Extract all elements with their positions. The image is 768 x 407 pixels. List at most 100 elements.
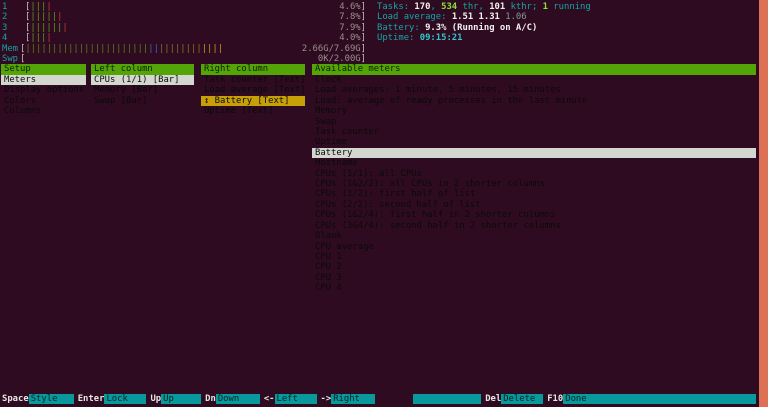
meter-bar-pipes: |||||| xyxy=(30,12,62,22)
list-item[interactable]: CPU average xyxy=(312,242,756,252)
list-item[interactable]: Task counter xyxy=(312,127,756,137)
meter-value: 4.0% xyxy=(339,33,360,43)
setup-panel-items: MetersDisplay optionsColorsColumns xyxy=(1,75,86,117)
meter-value: 2.66G/7.69G xyxy=(302,44,361,54)
left-column-panel: Left column CPUs (1/1) [Bar]Memory [Bar]… xyxy=(91,64,194,106)
meter-bar-pipes: |||| xyxy=(30,33,51,43)
fn-key-left: <- xyxy=(260,394,275,405)
text-meter-segment: Battery: xyxy=(377,23,425,33)
header-meters-left: 1[||||4.6%]2[||||||7.8%]3[|||||||7.9%]4[… xyxy=(2,2,366,65)
list-item[interactable]: Task counter [Text] xyxy=(201,75,305,85)
meter-bar-segment-red: | xyxy=(46,33,51,43)
list-item[interactable]: Display options xyxy=(1,85,86,95)
list-item[interactable]: CPU 2 xyxy=(312,262,756,272)
fn-action-up[interactable]: Up xyxy=(161,394,201,405)
text-meter-segment: , xyxy=(430,2,441,12)
available-meters-panel: Available meters ClockLoad averages: 1 m… xyxy=(312,64,756,293)
fn-key-style: Space xyxy=(0,394,29,405)
meter-bar-segment-green: ||||| xyxy=(30,12,57,22)
list-item[interactable]: Swap [Bar] xyxy=(91,96,194,106)
list-item[interactable]: CPUs (1/1) [Bar] xyxy=(91,75,194,85)
meter-row-3: 3[|||||||7.9%] xyxy=(2,23,366,33)
right-column-panel: Right column Task counter [Text]Load ave… xyxy=(201,64,305,116)
list-item[interactable]: Battery xyxy=(312,148,756,158)
fn-action-style[interactable]: Style xyxy=(29,394,74,405)
htop-terminal-window: 1[||||4.6%]2[||||||7.8%]3[|||||||7.9%]4[… xyxy=(0,0,759,407)
list-item[interactable]: Meters xyxy=(1,75,86,85)
list-item[interactable]: CPUs (1/2): first half of list xyxy=(312,189,756,199)
text-meter-segment: Tasks: xyxy=(377,2,414,12)
fn-key-right: -> xyxy=(317,394,332,405)
meter-bar: |||||||||||||||||||||||||||||||||||||2.6… xyxy=(25,44,360,54)
meter-bar-segment-yellow: |||| xyxy=(202,44,223,54)
list-item[interactable]: CPU 1 xyxy=(312,252,756,262)
tasks-meter: Tasks: 170, 534 thr, 101 kthr; 1 running xyxy=(377,2,591,12)
list-item[interactable]: Colors xyxy=(1,96,86,106)
load-average-meter: Load average: 1.51 1.31 1.06 xyxy=(377,12,591,22)
meter-bar-segment-green: ||| xyxy=(30,2,46,12)
list-item[interactable]: CPUs (1&2/4): first half in 2 shorter co… xyxy=(312,210,756,220)
list-item[interactable]: CPUs (1&2/2): all CPUs in 2 shorter colu… xyxy=(312,179,756,189)
text-meter-segment: 9.3% (Running on A/C) xyxy=(425,23,537,33)
meter-label: Swp xyxy=(2,54,20,64)
right-column-items: Task counter [Text]Load average [Text]↕ … xyxy=(201,75,305,117)
uptime-meter: Uptime: 09:15:21 xyxy=(377,33,591,43)
text-meter-segment: Uptime: xyxy=(377,33,420,43)
text-meter-segment: kthr; xyxy=(505,2,542,12)
text-meter-segment: running xyxy=(548,2,591,12)
fn-action-done[interactable]: Done xyxy=(563,394,756,405)
list-item[interactable]: Load average [Text] xyxy=(201,85,305,95)
left-column-items: CPUs (1/1) [Bar]Memory [Bar]Swap [Bar] xyxy=(91,75,194,106)
text-meter-segment: 1.51 xyxy=(452,12,479,22)
available-meters-header: Available meters xyxy=(312,64,756,74)
list-item[interactable]: Uptime [Text] xyxy=(201,106,305,116)
meter-bar-pipes: ||||||| xyxy=(30,23,67,33)
text-meter-segment: 1.06 xyxy=(505,12,526,22)
desktop-background: { "colors": { "background": "#2f0b21", "… xyxy=(0,0,768,407)
meter-bar-segment-green: ||| xyxy=(30,33,46,43)
meter-label: 4 xyxy=(2,33,25,43)
meter-bar-segment-red: | xyxy=(62,23,67,33)
fn-action-right[interactable]: Right xyxy=(331,394,375,405)
meter-label: Mem xyxy=(2,44,20,54)
left-column-header: Left column xyxy=(91,64,194,74)
list-item[interactable]: Load averages: 1 minute, 5 minutes, 15 m… xyxy=(312,85,756,95)
list-item[interactable]: CPUs (3&4/4): second half in 2 shorter c… xyxy=(312,221,756,231)
meter-label: 3 xyxy=(2,23,25,33)
meter-value: 7.9% xyxy=(339,23,360,33)
list-item[interactable]: Memory xyxy=(312,106,756,116)
meter-row-mem: Mem[||||||||||||||||||||||||||||||||||||… xyxy=(2,44,366,54)
fn-action-blank[interactable] xyxy=(413,394,481,405)
meter-value: 0K/2.00G xyxy=(318,54,361,64)
meter-label: 2 xyxy=(2,12,25,22)
meter-close-bracket: ] xyxy=(361,2,366,12)
fn-action-down[interactable]: Down xyxy=(216,394,260,405)
function-key-bar: SpaceStyleEnterLockUpUpDnDown<-Left->Rig… xyxy=(0,394,756,405)
list-item[interactable]: Memory [Bar] xyxy=(91,85,194,95)
list-item[interactable]: Load: average of ready processes in the … xyxy=(312,96,756,106)
list-item[interactable]: CPU 3 xyxy=(312,273,756,283)
meter-close-bracket: ] xyxy=(361,33,366,43)
list-item[interactable]: Blank xyxy=(312,231,756,241)
list-item[interactable]: CPUs (1/1): all CPUs xyxy=(312,169,756,179)
available-meters-items: ClockLoad averages: 1 minute, 5 minutes,… xyxy=(312,75,756,294)
header-meters-right: Tasks: 170, 534 thr, 101 kthr; 1 running… xyxy=(377,2,591,44)
fn-key-delete: Del xyxy=(481,394,501,405)
fn-action-delete[interactable]: Delete xyxy=(501,394,543,405)
meter-row-1: 1[||||4.6%] xyxy=(2,2,366,12)
list-item[interactable]: Hostname xyxy=(312,158,756,168)
meter-bar: ||||||| 7.9% xyxy=(30,23,360,33)
list-item[interactable]: CPUs (2/2): second half of list xyxy=(312,200,756,210)
list-item[interactable]: Clock xyxy=(312,75,756,85)
meter-bar-segment-red: | xyxy=(57,12,62,22)
fn-action-left[interactable]: Left xyxy=(275,394,317,405)
list-item[interactable]: ↕ Battery [Text] xyxy=(201,96,305,106)
battery-meter: Battery: 9.3% (Running on A/C) xyxy=(377,23,591,33)
list-item[interactable]: Swap xyxy=(312,117,756,127)
meter-row-4: 4[||||4.0%] xyxy=(2,33,366,43)
list-item[interactable]: Uptime xyxy=(312,137,756,147)
fn-action-lock[interactable]: Lock xyxy=(104,394,146,405)
text-meter-segment: thr, xyxy=(457,2,489,12)
list-item[interactable]: CPU 4 xyxy=(312,283,756,293)
list-item[interactable]: Columns xyxy=(1,106,86,116)
